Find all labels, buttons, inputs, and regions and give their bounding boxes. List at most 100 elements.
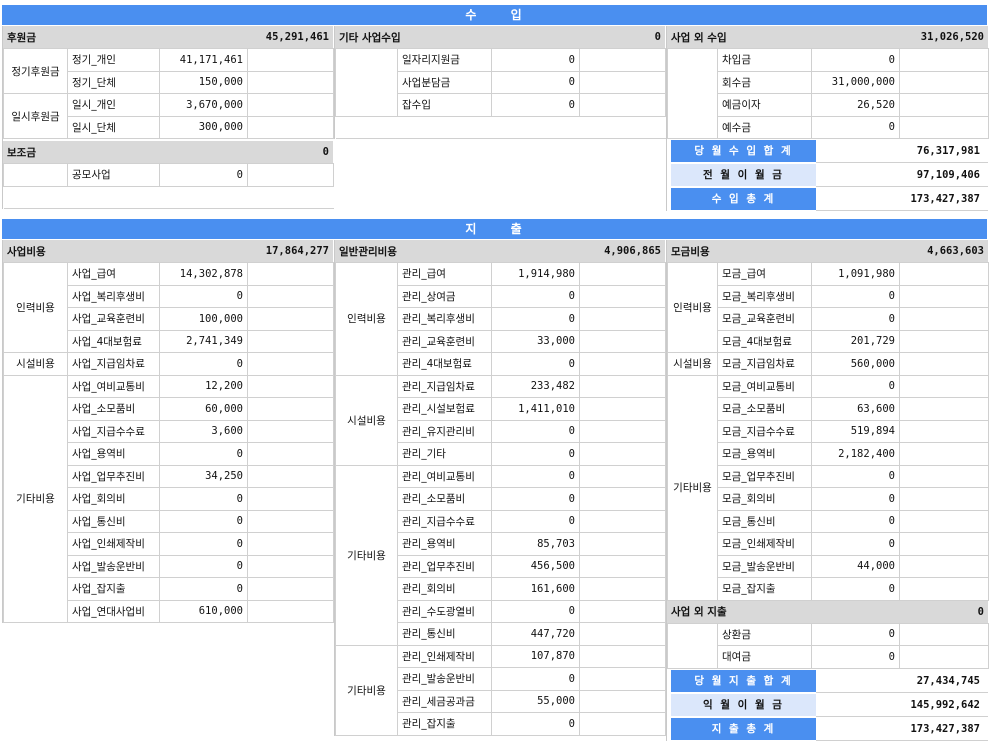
next-month-carryover-value: 145,992,642 [816,694,988,717]
blank-cell [899,70,989,94]
blank-cell [579,284,666,308]
carried-over-value: 97,109,406 [816,164,988,187]
item-value: 560,000 [811,352,900,376]
item-value: 107,870 [491,644,580,668]
monthly-income-total-label: 당 월 수 입 합 계 [671,140,816,162]
item-name: 사업_지급수수료 [67,419,160,443]
item-name: 사업_잡지출 [67,577,160,601]
item-name: 모금_인쇄제작비 [717,532,812,556]
blank-cell [899,419,989,443]
item-value: 0 [491,284,580,308]
blank-cell [899,532,989,556]
table-row: 시설비용 관리_지급임차료 233,482 [335,374,666,466]
summary-row: 당 월 지 출 합 계 27,434,745 [671,669,988,693]
group-label: 인력비용 [335,262,398,376]
item-value: 3,670,000 [159,93,248,117]
item-value: 26,520 [811,93,900,117]
donations-header: 후원금 45,291,461 [3,26,333,48]
item-name: 사업_업무추진비 [67,464,160,488]
blank-cell [579,689,666,713]
blank-cell [579,48,666,72]
item-name: 모금_잡지출 [717,577,812,601]
business-expense-table: 인력비용 사업_급여 14,302,878 사업_복리후생비 0 사업_교육훈련비 100,… [3,262,334,623]
item-name: 관리_회의비 [397,577,492,601]
item-value: 0 [491,464,580,488]
monthly-expense-total-value: 27,434,745 [816,670,988,693]
expense-grand-total-value: 173,427,387 [816,718,988,741]
monthly-income-total-value: 76,317,981 [816,140,988,163]
item-name: 모금_급여 [717,262,812,286]
item-name: 상환금 [717,622,812,646]
item-value: 0 [159,577,248,601]
item-value: 0 [811,487,900,511]
item-name: 관리_인쇄제작비 [397,644,492,668]
item-value: 0 [811,532,900,556]
blank-cell [579,487,666,511]
blank-cell [899,48,989,72]
table-row: 일시후원금 일시_개인 3,670,000 [3,93,334,139]
item-name: 관리_여비교통비 [397,464,492,488]
item-value: 2,182,400 [811,442,900,466]
item-name: 예수금 [717,115,812,139]
blank-cell [579,262,666,286]
table-row: 공모사업 0 [3,163,334,187]
blank-cell [247,352,334,376]
group-label: 인력비용 [667,262,718,353]
summary-row: 지 출 총 계 173,427,387 [671,717,988,741]
blank-cell [579,644,666,668]
fundraising-expense-header: 모금비용 4,663,603 [667,240,988,262]
item-name: 모금_여비교통비 [717,374,812,398]
blank-cell [579,577,666,601]
fundraising-expense-section: 모금비용 4,663,603 인력비용 모금_급여 1,091,980 모금_복리후생… [666,240,989,741]
item-value: 0 [491,70,580,94]
item-value: 161,600 [491,577,580,601]
item-name: 관리_용역비 [397,532,492,556]
item-name: 관리_소모품비 [397,487,492,511]
blank-cell [899,93,989,117]
item-name: 관리_통신비 [397,622,492,646]
item-name: 관리_유지관리비 [397,419,492,443]
item-value: 0 [811,645,900,669]
admin-expense-table: 인력비용 관리_급여 1,914,980 관리_상여금 0 관리_복리후생비 0 관리_교육훈… [335,262,666,736]
admin-expense-section: 일반관리비용 4,906,865 인력비용 관리_급여 1,914,980 관리_상여… [334,240,666,736]
item-value: 12,200 [159,374,248,398]
blank-cell [899,487,989,511]
other-business-table: 일자리지원금 0 사업분담금 0 잡수입 0 [335,48,666,139]
item-value: 0 [491,419,580,443]
item-value: 0 [491,48,580,72]
item-value: 0 [491,307,580,331]
item-value: 85,703 [491,532,580,556]
fundraising-expense-table: 인력비용 모금_급여 1,091,980 모금_복리후생비 0 모금_교육훈련비 0 모금_4… [667,262,989,601]
item-value: 519,894 [811,419,900,443]
item-name: 사업_복리후생비 [67,284,160,308]
admin-expense-total: 4,906,865 [604,245,661,257]
group-label: 기타비용 [667,374,718,601]
table-row: 기타비용 사업_여비교통비 12,200 [3,374,334,623]
blank-cell [247,464,334,488]
blank-cell [247,93,334,117]
income-summary: 당 월 수 입 합 계 76,317,981 전 월 이 월 금 97,109,… [667,140,988,211]
blank-cell [579,667,666,691]
blank-cell [247,307,334,331]
blank-cell [579,622,666,646]
item-value: 0 [159,284,248,308]
blank-cell [247,577,334,601]
item-value: 0 [811,307,900,331]
blank-cell [899,284,989,308]
item-value: 0 [491,667,580,691]
income-grand-total-value: 173,427,387 [816,188,988,211]
subsidy-label: 보조금 [7,146,36,159]
expense-summary: 당 월 지 출 합 계 27,434,745 익 월 이 월 금 145,992… [667,669,988,741]
other-business-section: 기타 사업수입 0 일자리지원금 0 사업분담금 0 잡수입 0 [334,26,666,139]
item-name: 일시_단체 [67,115,160,139]
fundraising-expense-total: 4,663,603 [927,245,984,257]
subsidy-header: 보조금 0 [3,141,333,163]
non-business-expense-label: 사업 외 지출 [671,606,727,618]
donations-table: 정기후원금 정기_개인 41,171,461 정기_단체 150,000 일시후… [3,48,334,139]
item-name: 공모사업 [67,163,160,187]
table-row: 시설비용 모금_지급임차료 560,000 [667,352,989,376]
item-name: 사업_통신비 [67,509,160,533]
blank-cell [247,509,334,533]
blank-cell [579,352,666,376]
blank-cell [3,185,334,209]
